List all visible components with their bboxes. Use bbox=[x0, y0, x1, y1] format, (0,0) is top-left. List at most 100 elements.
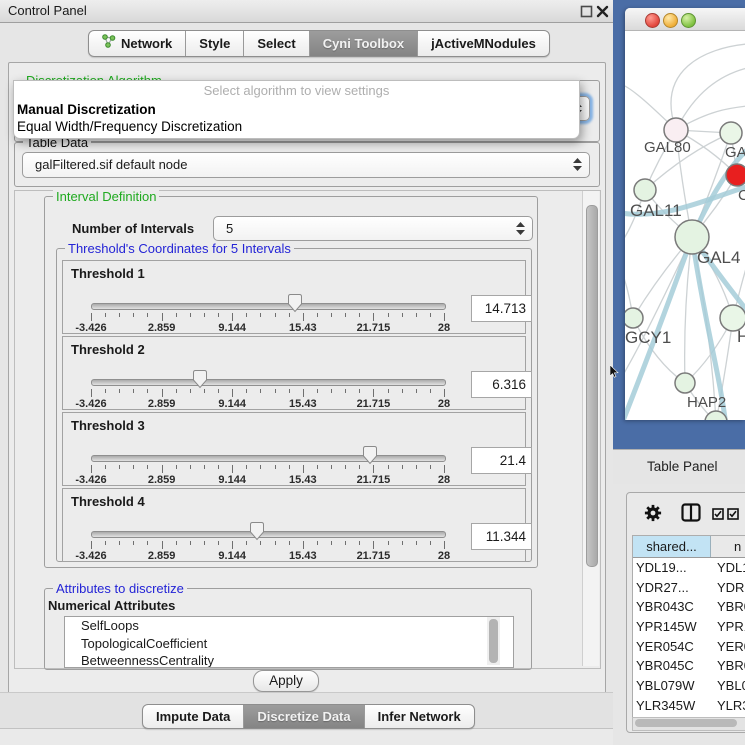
float-icon[interactable] bbox=[580, 5, 593, 18]
list-item[interactable]: TopologicalCoefficient bbox=[65, 635, 513, 653]
table-row[interactable]: YPR145WYPR1 bbox=[633, 617, 745, 637]
network-window-titlebar[interactable] bbox=[625, 8, 745, 31]
tick-mark bbox=[317, 465, 318, 469]
table-hscrollbar-thumb[interactable] bbox=[635, 719, 737, 727]
minimize-traffic-light-icon[interactable] bbox=[663, 13, 678, 28]
cell-shared-name: YDL19... bbox=[633, 558, 714, 578]
list-scrollbar[interactable] bbox=[487, 617, 500, 665]
GCY1-node[interactable] bbox=[625, 308, 643, 328]
GAL11-node[interactable] bbox=[634, 179, 656, 201]
node-label: HAP2 bbox=[687, 394, 726, 411]
threshold-value-field[interactable]: 14.713 bbox=[471, 295, 532, 322]
tab-style[interactable]: Style bbox=[185, 31, 243, 56]
tab-select[interactable]: Select bbox=[243, 31, 308, 56]
tick-mark bbox=[275, 313, 276, 317]
tick-mark bbox=[359, 389, 360, 393]
zoom-traffic-light-icon[interactable] bbox=[681, 13, 696, 28]
tick-mark bbox=[260, 465, 261, 469]
num-intervals-label: Number of Intervals bbox=[72, 221, 194, 236]
tick-mark bbox=[388, 541, 389, 545]
vertical-scrollbar[interactable] bbox=[582, 191, 599, 666]
tick-mark bbox=[162, 465, 163, 473]
table-row[interactable]: YER054CYER0 bbox=[633, 637, 745, 657]
dropdown-option[interactable]: Manual Discretization bbox=[14, 101, 579, 118]
gear-icon[interactable] bbox=[644, 504, 662, 527]
tab-label: Cyni Toolbox bbox=[323, 31, 404, 56]
tick-mark bbox=[303, 389, 304, 397]
tick-mark bbox=[190, 389, 191, 393]
apply-button[interactable]: Apply bbox=[253, 670, 319, 692]
tick-label: 28 bbox=[422, 398, 466, 410]
table-data-value: galFiltered.sif default node bbox=[35, 153, 187, 176]
table-row[interactable]: YBL079WYBL0 bbox=[633, 676, 745, 696]
tick-mark bbox=[162, 541, 163, 549]
tab-network[interactable]: Network bbox=[89, 31, 185, 56]
slider-track[interactable] bbox=[91, 531, 446, 538]
slider-handle[interactable] bbox=[249, 521, 265, 541]
table-row[interactable]: YLR345WYLR3 bbox=[633, 696, 745, 716]
tab-jactivemnodules[interactable]: jActiveMNodules bbox=[417, 31, 549, 56]
tab-impute-data[interactable]: Impute Data bbox=[143, 705, 243, 728]
red-node[interactable] bbox=[726, 164, 745, 186]
table-row[interactable]: YBR043CYBR0 bbox=[633, 597, 745, 617]
list-item[interactable]: SelfLoops bbox=[65, 617, 513, 635]
tick-mark bbox=[331, 541, 332, 545]
tab-discretize-data[interactable]: Discretize Data bbox=[243, 705, 363, 728]
tick-mark bbox=[91, 389, 92, 397]
list-scrollbar-thumb[interactable] bbox=[489, 619, 498, 663]
column-header-name[interactable]: n bbox=[711, 536, 745, 557]
table-data-combobox[interactable]: galFiltered.sif default node bbox=[22, 152, 590, 178]
tick-mark bbox=[303, 313, 304, 321]
column-header-shared[interactable]: shared... bbox=[633, 536, 711, 557]
tick-mark bbox=[133, 313, 134, 317]
list-item[interactable]: BetweennessCentrality bbox=[65, 652, 513, 668]
num-intervals-combobox[interactable]: 5 bbox=[213, 216, 533, 241]
tick-mark bbox=[105, 465, 106, 469]
close-icon[interactable] bbox=[596, 5, 609, 18]
tick-mark bbox=[133, 541, 134, 545]
dropdown-option[interactable]: Equal Width/Frequency Discretization bbox=[14, 118, 579, 135]
tick-mark bbox=[317, 389, 318, 393]
tab-cyni-toolbox[interactable]: Cyni Toolbox bbox=[309, 31, 417, 56]
threshold-value-field[interactable]: 11.344 bbox=[471, 523, 532, 550]
tick-mark bbox=[147, 313, 148, 317]
slider-track[interactable] bbox=[91, 303, 446, 310]
slider-handle[interactable] bbox=[362, 445, 378, 465]
tab-infer-network[interactable]: Infer Network bbox=[364, 705, 474, 728]
table-row[interactable]: YDR27...YDR2 bbox=[633, 578, 745, 598]
table-row[interactable]: YBR045CYBR0 bbox=[633, 656, 745, 676]
checkbox-icon[interactable] bbox=[727, 507, 739, 525]
tick-mark bbox=[416, 465, 417, 469]
top-right-node[interactable] bbox=[720, 122, 742, 144]
slider-handle[interactable] bbox=[192, 369, 208, 389]
slider-track[interactable] bbox=[91, 379, 446, 386]
split-view-icon[interactable] bbox=[681, 503, 701, 527]
tick-mark bbox=[176, 313, 177, 317]
checkbox-icon[interactable] bbox=[712, 507, 724, 525]
tick-mark bbox=[373, 389, 374, 397]
tick-mark bbox=[260, 541, 261, 545]
slider-track[interactable] bbox=[91, 455, 446, 462]
network-icon bbox=[102, 31, 116, 56]
slider-ticks: -3.4262.8599.14415.4321.71528 bbox=[91, 541, 444, 563]
tick-mark bbox=[246, 465, 247, 469]
threshold-value-field[interactable]: 6.316 bbox=[471, 371, 532, 398]
threshold-value-field[interactable]: 21.4 bbox=[471, 447, 532, 474]
tab-label: Network bbox=[121, 31, 172, 56]
table-row[interactable]: YDL19...YDL1 bbox=[633, 558, 745, 578]
node-label: GAL80 bbox=[644, 139, 691, 156]
tick-mark bbox=[303, 541, 304, 549]
table-horizontal-scrollbar[interactable] bbox=[632, 717, 745, 731]
slider-handle[interactable] bbox=[287, 293, 303, 313]
tick-mark bbox=[246, 313, 247, 317]
tick-mark bbox=[373, 465, 374, 473]
vertical-scrollbar-thumb[interactable] bbox=[586, 205, 598, 567]
tick-mark bbox=[430, 389, 431, 393]
cell-name: YBR0 bbox=[714, 656, 745, 676]
network-canvas[interactable]: GAL80GACGAL11GAL4GCY1HHAP2 bbox=[625, 30, 745, 420]
tick-mark bbox=[218, 313, 219, 317]
HAP2-node[interactable] bbox=[675, 373, 695, 393]
close-traffic-light-icon[interactable] bbox=[645, 13, 660, 28]
tick-mark bbox=[402, 313, 403, 317]
node-label: GAL4 bbox=[697, 248, 740, 267]
